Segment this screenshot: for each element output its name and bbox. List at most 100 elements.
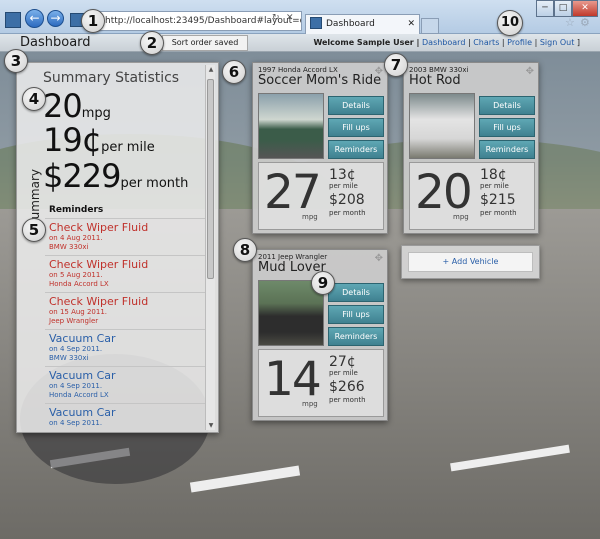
app-title: Dashboard (20, 35, 91, 50)
stop-icon[interactable]: ✕ (286, 13, 294, 23)
reminder-item[interactable]: Check Wiper Fluid on 4 Aug 2011. BMW 330… (45, 218, 205, 255)
nav-separator: | (501, 38, 505, 47)
callout-marker: 1 (81, 9, 105, 33)
forward-button[interactable]: → (47, 10, 64, 27)
callout-marker: 4 (22, 87, 46, 111)
user-nav: Welcome Sample User | Dashboard | Charts… (313, 34, 580, 52)
app-header: Dashboard Sort order saved Welcome Sampl… (0, 34, 600, 52)
reminder-date: on 4 Sep 2011. (49, 419, 103, 427)
vehicle-name: Soccer Mom's Ride (258, 73, 382, 88)
reminder-date: on 5 Aug 2011. (49, 271, 103, 279)
tab-title: Dashboard (326, 19, 375, 29)
tab-favicon-icon (310, 17, 322, 29)
scroll-thumb[interactable] (207, 79, 214, 279)
scroll-up-arrow-icon[interactable]: ▲ (206, 66, 216, 73)
close-window-button[interactable]: ✕ (572, 0, 598, 17)
reminder-item[interactable]: Vacuum Car on 4 Sep 2011. BMW 330xi (45, 329, 205, 366)
reminder-date: on 4 Sep 2011. (49, 345, 103, 353)
reminder-item[interactable]: Check Wiper Fluid on 5 Aug 2011. Honda A… (45, 255, 205, 292)
per-mile-label: per mile (329, 182, 358, 190)
nav-separator: | (534, 38, 538, 47)
vehicle-cost-per-mile: 18¢ (480, 167, 507, 183)
reminder-date: on 15 Aug 2011. (49, 308, 108, 316)
app-icon (5, 12, 21, 28)
callout-marker: 7 (384, 53, 408, 77)
monthly-cost-value: $229 (43, 157, 121, 195)
vehicle-mpg: 14 (264, 352, 322, 407)
reminders-scrollbar[interactable]: ▲ ▼ (205, 65, 215, 430)
reminder-item[interactable]: Vacuum Car on 4 Sep 2011. Honda Accord L… (45, 366, 205, 403)
per-mile-label: per mile (480, 182, 509, 190)
address-bar[interactable]: http://localhost:23495/Dashboard#layout=… (90, 11, 302, 31)
reminder-title[interactable]: Check Wiper Fluid (49, 258, 205, 271)
nav-link-profile[interactable]: Profile (507, 38, 532, 47)
reminder-item[interactable]: Vacuum Car on 4 Sep 2011. (45, 403, 205, 431)
nav-link-charts[interactable]: Charts (473, 38, 499, 47)
vehicle-mpg-unit: mpg (302, 213, 318, 221)
nav-link-dashboard[interactable]: Dashboard (422, 38, 465, 47)
callout-marker: 10 (497, 10, 523, 36)
move-handle-icon[interactable]: ✥ (526, 66, 534, 77)
add-vehicle-panel: + Add Vehicle (401, 245, 540, 279)
vehicle-stats: 27 mpg 13¢ per mile $208 per month (258, 162, 384, 230)
vehicle-monthly-cost: $208 (329, 192, 365, 208)
nav-link-sign-out[interactable]: Sign Out (540, 38, 575, 47)
tools-gear-icon[interactable]: ⚙ (580, 16, 590, 29)
vehicle-cost-per-mile: 13¢ (329, 167, 356, 183)
details-button[interactable]: Details (328, 283, 384, 302)
monthly-cost-unit: per month (120, 176, 189, 191)
reminder-title[interactable]: Vacuum Car (49, 332, 205, 345)
minimize-button[interactable]: ─ (536, 0, 554, 17)
add-vehicle-button[interactable]: + Add Vehicle (408, 252, 533, 272)
per-month-label: per month (329, 209, 366, 217)
scroll-down-arrow-icon[interactable]: ▼ (206, 422, 216, 429)
details-button[interactable]: Details (328, 96, 384, 115)
browser-tab-dashboard[interactable]: Dashboard ✕ (305, 14, 420, 34)
fill-ups-button[interactable]: Fill ups (479, 118, 535, 137)
avg-mpg-unit: mpg (81, 106, 111, 121)
welcome-text: Welcome Sample User | (313, 38, 420, 47)
reminder-title[interactable]: Vacuum Car (49, 406, 205, 419)
callout-marker: 2 (140, 31, 164, 55)
nav-separator: ] (576, 38, 580, 47)
reminder-item[interactable]: Check Wiper Fluid on 15 Aug 2011. Jeep W… (45, 292, 205, 329)
vehicle-card: 1997 Honda Accord LX Soccer Mom's Ride ✥… (252, 62, 388, 234)
per-mile-label: per mile (329, 369, 358, 377)
reminder-title[interactable]: Check Wiper Fluid (49, 221, 205, 234)
new-tab-button[interactable] (421, 18, 439, 34)
vehicle-name: Hot Rod (409, 73, 461, 88)
vehicle-photo (409, 93, 475, 159)
vehicle-stats: 20 mpg 18¢ per mile $215 per month (409, 162, 535, 230)
vehicle-mpg: 27 (264, 165, 322, 220)
avg-mpg-stat: 20mpg (43, 87, 111, 125)
reminder-vehicle: BMW 330xi (49, 354, 89, 362)
callout-marker: 8 (233, 238, 257, 262)
avg-mpg-value: 20 (43, 87, 83, 125)
reminder-vehicle: Honda Accord LX (49, 391, 109, 399)
vehicle-mpg: 20 (415, 165, 473, 220)
vehicle-mpg-unit: mpg (453, 213, 469, 221)
tab-close-icon[interactable]: ✕ (407, 15, 415, 33)
reminders-button[interactable]: Reminders (328, 327, 384, 346)
vehicle-monthly-cost: $215 (480, 192, 516, 208)
maximize-button[interactable]: □ (554, 0, 572, 17)
reminder-vehicle: BMW 330xi (49, 243, 89, 251)
refresh-icon[interactable]: ↻ (272, 13, 280, 23)
reminder-title[interactable]: Check Wiper Fluid (49, 295, 205, 308)
back-button[interactable]: ← (25, 9, 44, 28)
favorites-star-icon[interactable]: ☆ (565, 16, 575, 29)
fill-ups-button[interactable]: Fill ups (328, 118, 384, 137)
reminder-title[interactable]: Vacuum Car (49, 369, 205, 382)
details-button[interactable]: Details (479, 96, 535, 115)
status-toast: Sort order saved (162, 35, 248, 51)
vehicle-stats: 14 mpg 27¢ per mile $266 per month (258, 349, 384, 417)
move-handle-icon[interactable]: ✥ (375, 253, 383, 264)
reminders-button[interactable]: Reminders (328, 140, 384, 159)
callout-marker: 5 (22, 218, 46, 242)
summary-panel: Summary Summary Statistics 20mpg 19¢per … (16, 62, 219, 433)
cost-per-mile-value: 19¢ (43, 121, 102, 159)
fill-ups-button[interactable]: Fill ups (328, 305, 384, 324)
reminders-button[interactable]: Reminders (479, 140, 535, 159)
move-handle-icon[interactable]: ✥ (375, 66, 383, 77)
summary-title: Summary Statistics (43, 70, 180, 86)
